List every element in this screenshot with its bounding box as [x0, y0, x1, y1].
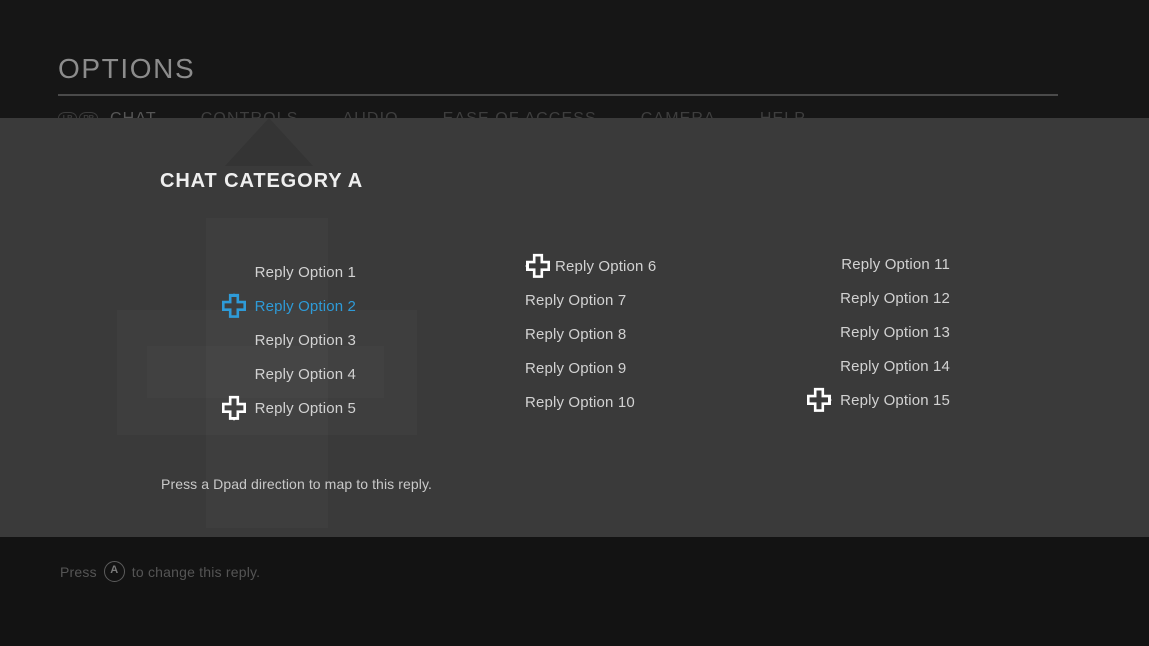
- footer-band: Press A to change this reply.: [0, 537, 1149, 646]
- reply-option-row[interactable]: Reply Option 6: [525, 253, 657, 279]
- reply-option-label: Reply Option 8: [525, 325, 627, 343]
- reply-option-label: Reply Option 5: [254, 399, 356, 417]
- a-button-icon: A: [103, 561, 125, 582]
- footer-hint-prefix: Press: [60, 563, 97, 580]
- title-divider: [58, 94, 1058, 96]
- reply-option-label: Reply Option 2: [254, 297, 356, 315]
- reply-option-label: Reply Option 14: [840, 357, 950, 375]
- reply-option-row[interactable]: Reply Option 14: [840, 354, 950, 378]
- reply-option-label: Reply Option 7: [525, 291, 627, 309]
- reply-option-row[interactable]: Reply Option 4: [255, 362, 356, 386]
- reply-option-label: Reply Option 4: [254, 365, 356, 383]
- reply-option-row[interactable]: Reply Option 1: [255, 260, 356, 284]
- reply-option-row[interactable]: Reply Option 12: [840, 286, 950, 310]
- reply-options-grid: Reply Option 1 Reply Option 2 Reply Option…: [0, 118, 1149, 537]
- chat-options-panel: CHAT CATEGORY A Reply Option 1 Reply Opti…: [0, 118, 1149, 537]
- footer-hint-suffix: to change this reply.: [131, 563, 261, 580]
- reply-option-label: Reply Option 15: [840, 391, 950, 409]
- page-title: OPTIONS: [58, 53, 196, 84]
- reply-option-label: Reply Option 13: [840, 323, 950, 341]
- header-band: OPTIONS LB RB CHATCONTROLSAUDIOEASE OF A…: [0, 0, 1149, 127]
- dpad-up-icon: [221, 293, 247, 319]
- reply-option-label: Reply Option 10: [525, 393, 635, 411]
- options-screen: OPTIONS LB RB CHATCONTROLSAUDIOEASE OF A…: [0, 0, 1149, 646]
- reply-option-label: Reply Option 12: [840, 289, 950, 307]
- reply-option-row[interactable]: Reply Option 5: [221, 395, 356, 421]
- reply-option-row[interactable]: Reply Option 15: [807, 387, 950, 412]
- reply-option-row[interactable]: Reply Option 9: [525, 356, 626, 380]
- reply-option-label: Reply Option 11: [841, 255, 950, 273]
- dpad-left-icon: [525, 253, 551, 279]
- reply-option-row[interactable]: Reply Option 3: [255, 328, 356, 352]
- reply-option-row[interactable]: Reply Option 11: [841, 252, 950, 276]
- reply-option-label: Reply Option 6: [555, 257, 657, 275]
- reply-option-label: Reply Option 9: [525, 359, 627, 377]
- reply-option-row[interactable]: Reply Option 8: [525, 322, 626, 346]
- reply-option-label: Reply Option 3: [254, 331, 356, 349]
- footer-action-hint: Press A to change this reply.: [60, 561, 260, 582]
- dpad-right-icon: [806, 387, 832, 413]
- reply-option-row[interactable]: Reply Option 7: [525, 288, 626, 312]
- reply-option-label: Reply Option 1: [254, 263, 356, 281]
- reply-option-row[interactable]: Reply Option 2: [221, 293, 356, 318]
- reply-option-row[interactable]: Reply Option 13: [840, 320, 950, 344]
- dpad-down-icon: [221, 395, 247, 421]
- reply-option-row[interactable]: Reply Option 10: [525, 390, 635, 414]
- dpad-mapping-helper-text: Press a Dpad direction to map to this re…: [161, 476, 433, 492]
